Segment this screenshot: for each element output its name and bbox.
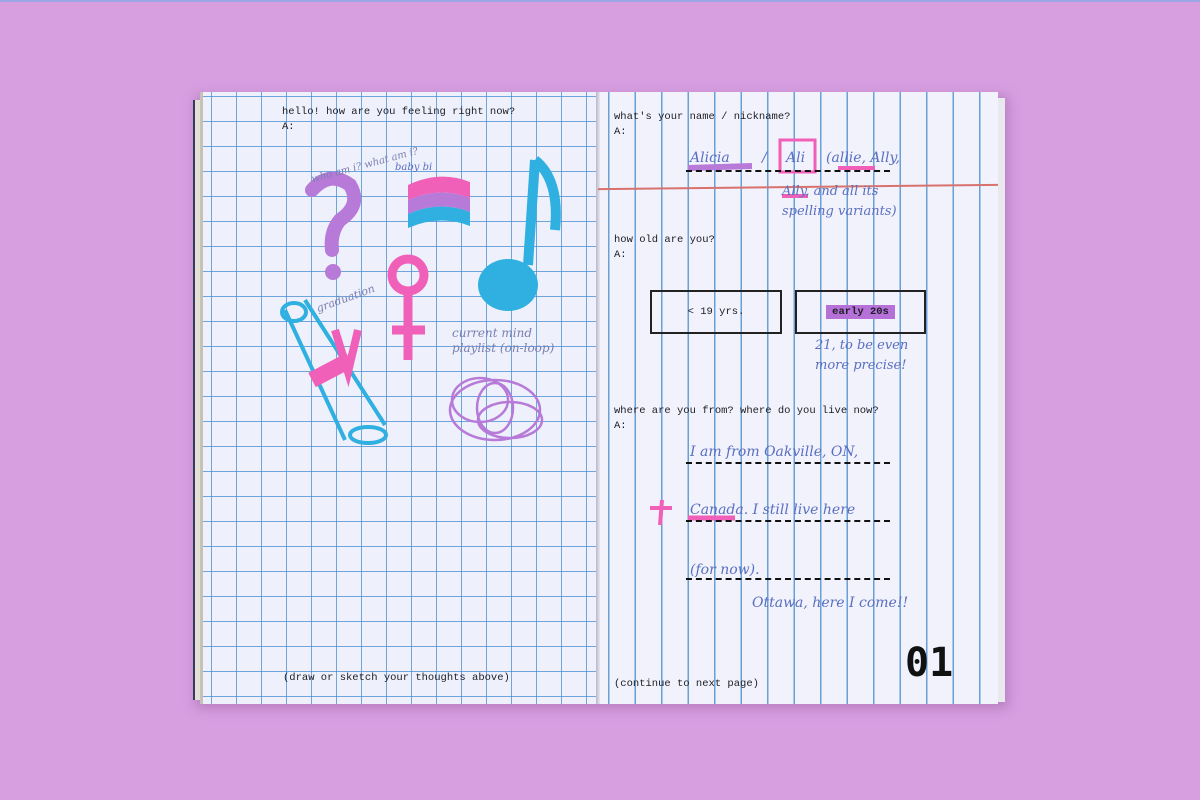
question-mark-doodle <box>305 171 362 280</box>
female-symbol-doodle <box>387 254 429 360</box>
age-note: 21, to be even more precise! <box>815 338 909 373</box>
name-ali: Ali <box>786 150 806 166</box>
name-variants: (allie, Ally, <box>826 150 900 166</box>
age-option-label-selected: early 20s <box>826 305 895 319</box>
location-answer-line-1 <box>686 462 890 464</box>
q-age: how old are you? <box>614 234 715 246</box>
age-option-label: < 19 yrs. <box>687 306 745 318</box>
name-note: Ally, and all its spelling variants) <box>782 184 897 219</box>
scribble-doodle <box>448 376 544 442</box>
location-answer-line-3 <box>686 578 890 580</box>
q-location: where are you from? where do you live no… <box>614 405 879 417</box>
doodles <box>280 138 875 526</box>
right-footer: (continue to next page) <box>614 678 759 690</box>
music-note-doodle <box>478 156 561 311</box>
location-line-1: I am from Oakville, ON, <box>690 444 859 460</box>
page-number: 01 <box>905 640 954 686</box>
a-name-label: A: <box>614 126 627 138</box>
flag-note: baby bi <box>395 162 433 173</box>
age-option-early-20s[interactable]: early 20s <box>795 290 926 334</box>
location-line-3: (for now). <box>690 562 760 578</box>
location-note: Ottawa, here I come!! <box>752 595 909 611</box>
a-location-label: A: <box>614 420 627 432</box>
scroll-doodle <box>280 298 388 445</box>
bi-flag-doodle <box>408 176 470 228</box>
q-name: what's your name / nickname? <box>614 111 791 123</box>
playlist-note: current mind playlist (on-loop) <box>452 326 555 355</box>
name-alicia: Alicia <box>690 150 730 166</box>
a-age-label: A: <box>614 249 627 261</box>
location-answer-line-2 <box>686 520 890 522</box>
name-slash: / <box>762 150 767 166</box>
age-option-under-19[interactable]: < 19 yrs. <box>650 290 782 334</box>
name-answer-line <box>686 170 890 172</box>
location-line-2: Canada. I still live here <box>690 502 856 518</box>
